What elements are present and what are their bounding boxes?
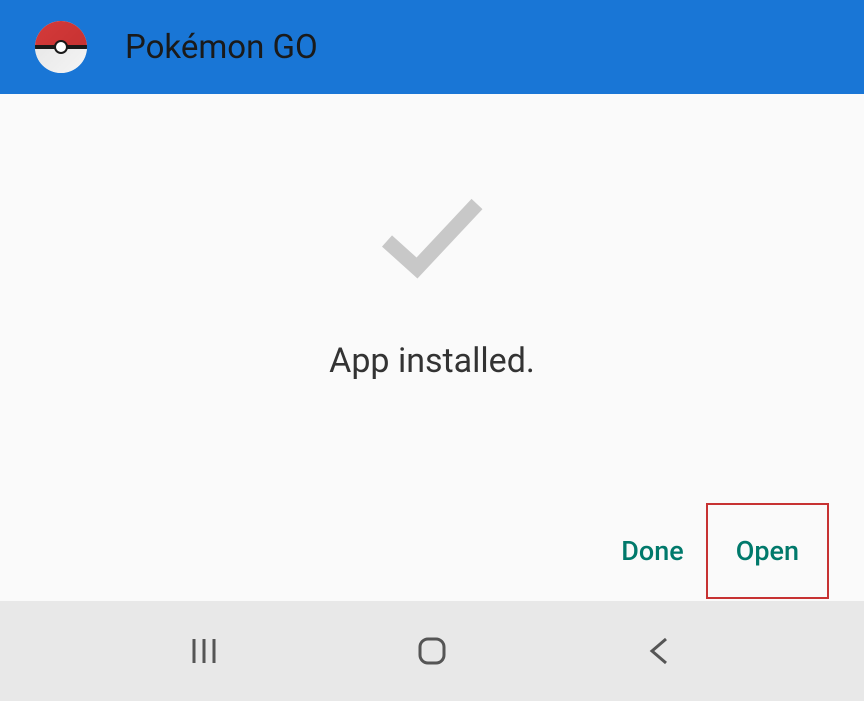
install-content: App installed. Done Open — [0, 94, 864, 601]
home-icon — [414, 633, 450, 669]
open-button[interactable]: Open — [716, 505, 819, 597]
open-button-highlight: Open — [706, 503, 829, 599]
action-buttons: Done Open — [599, 501, 829, 601]
app-header: Pokémon GO — [0, 0, 864, 94]
navigation-bar — [0, 601, 864, 701]
checkmark-icon — [372, 186, 492, 286]
recents-button[interactable] — [164, 621, 244, 681]
done-button[interactable]: Done — [599, 505, 705, 597]
recents-icon — [186, 633, 222, 669]
back-button[interactable] — [620, 621, 700, 681]
back-icon — [642, 633, 678, 669]
app-title: Pokémon GO — [125, 28, 318, 67]
home-button[interactable] — [392, 621, 472, 681]
pokeball-icon — [35, 21, 87, 73]
install-status-text: App installed. — [329, 341, 535, 381]
